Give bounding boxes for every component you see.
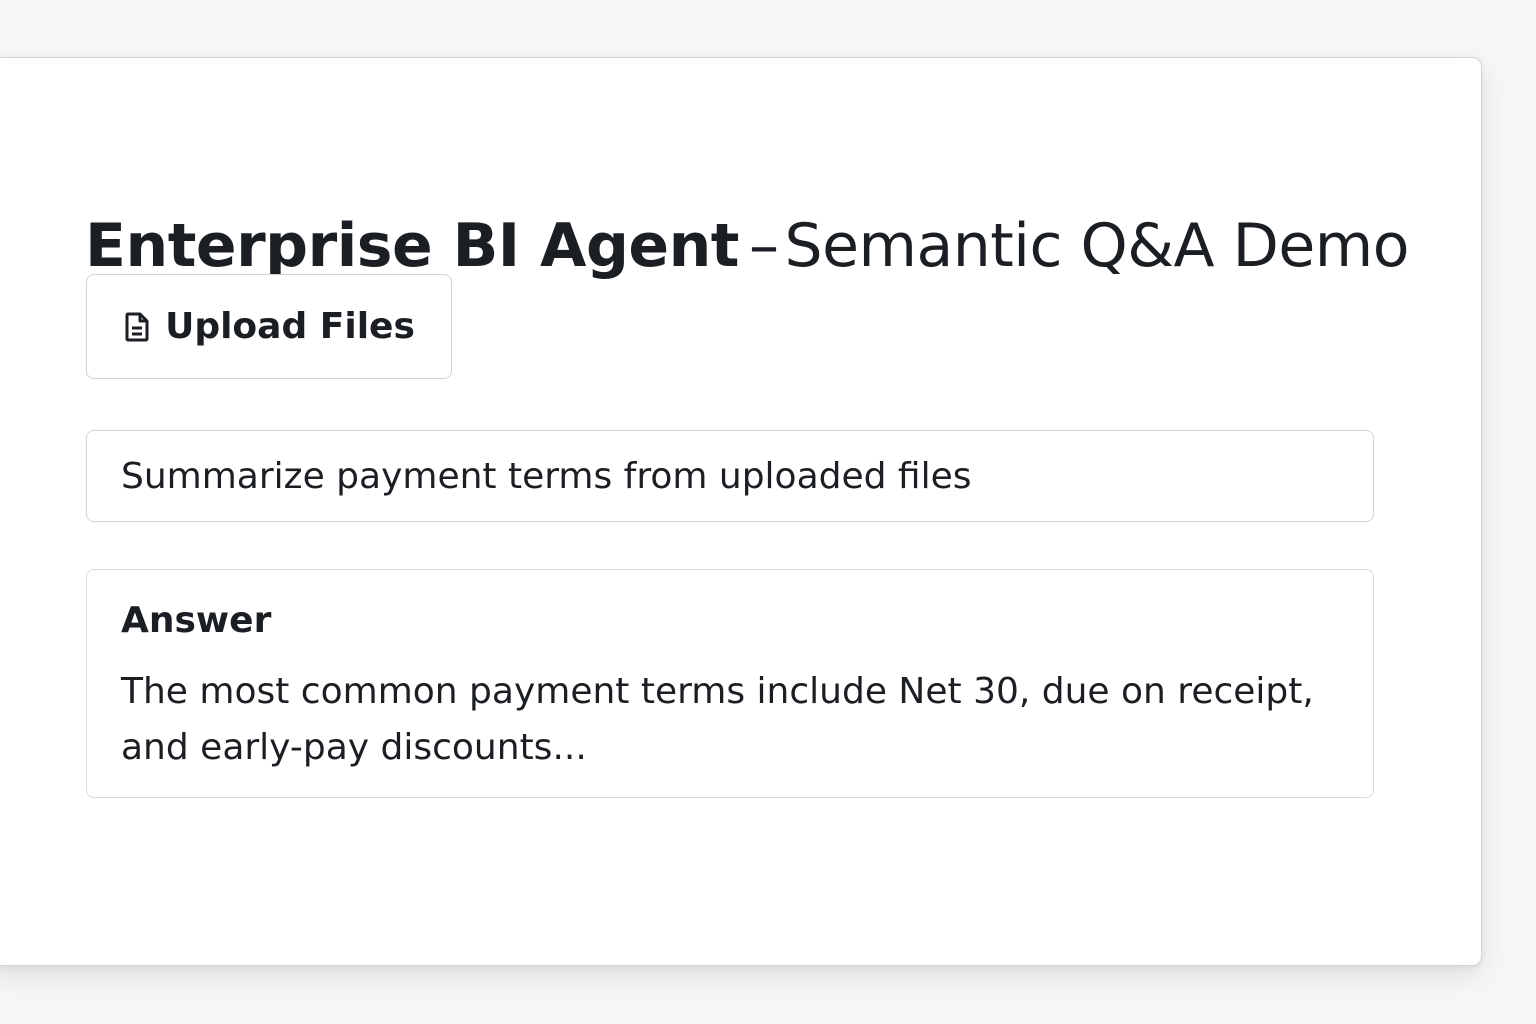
main-card: Enterprise BI Agent – Semantic Q&A Demo Up…	[0, 57, 1482, 966]
page-title-dash: –	[749, 211, 779, 281]
query-input[interactable]	[86, 430, 1374, 522]
upload-files-button[interactable]: Upload Files	[86, 274, 452, 379]
answer-heading: Answer	[121, 600, 272, 641]
answer-panel: Answer The most common payment terms inc…	[86, 569, 1374, 798]
page-title: Enterprise BI Agent – Semantic Q&A Demo	[85, 208, 1409, 284]
page-title-rest: Semantic Q&A Demo	[784, 211, 1410, 281]
page-title-bold: Enterprise BI Agent	[85, 211, 740, 281]
answer-text: The most common payment terms include Ne…	[121, 671, 1314, 768]
upload-files-label: Upload Files	[165, 305, 415, 347]
file-icon	[123, 312, 151, 342]
